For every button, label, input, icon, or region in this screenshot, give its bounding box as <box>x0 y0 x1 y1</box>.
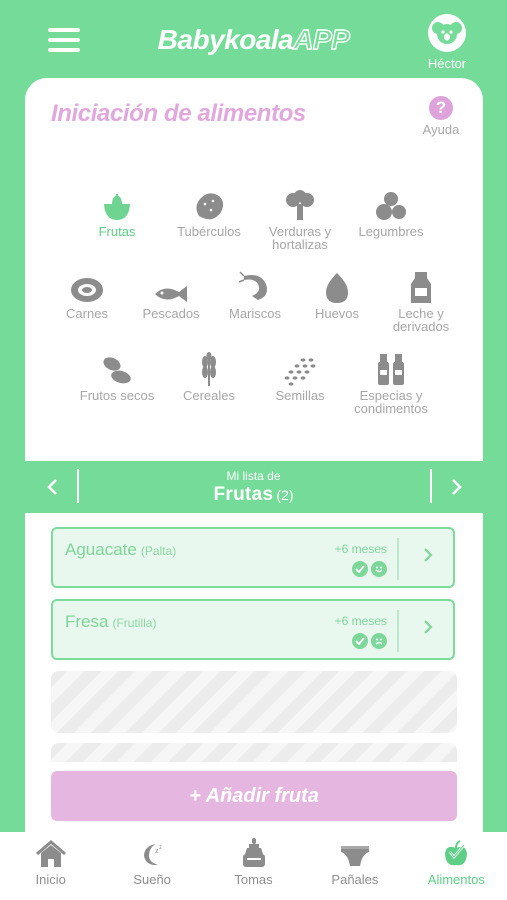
food-alt-name: (Palta) <box>140 544 177 558</box>
category-tuberculos[interactable]: Tubérculos <box>163 188 255 238</box>
category-label: Pescados <box>142 306 200 321</box>
nav-label: Alimentos <box>427 872 485 887</box>
food-age: +6 meses <box>334 542 387 556</box>
food-status <box>352 561 387 577</box>
nav-label: Pañales <box>331 872 379 887</box>
category-huevos[interactable]: Huevos <box>291 270 383 320</box>
nav-alimentos[interactable]: Alimentos <box>406 832 507 900</box>
category-legumbres[interactable]: Legumbres <box>345 188 437 238</box>
nav-panales[interactable]: Pañales <box>304 832 405 900</box>
nuts-icon <box>71 352 163 386</box>
nav-label: Sueño <box>133 872 171 887</box>
check-icon <box>352 633 368 649</box>
divider <box>430 469 432 503</box>
divider <box>397 538 399 580</box>
chevron-right-icon <box>423 547 433 568</box>
category-label: Cereales <box>182 388 236 403</box>
shrimp-icon <box>209 270 301 304</box>
list-title: Frutas <box>213 484 274 505</box>
koala-avatar-icon[interactable] <box>428 14 466 52</box>
food-categories-panel: Iniciación de alimentos ? Ayuda Frutas T… <box>25 78 483 461</box>
list-count: (2) <box>276 487 294 503</box>
category-label: Leche y derivados <box>392 306 450 334</box>
diaper-icon <box>304 840 405 868</box>
add-fruit-button[interactable]: + Añadir fruta <box>51 771 457 821</box>
user-name[interactable]: Héctor <box>410 56 484 71</box>
brand-name: Babykoala <box>157 24 294 55</box>
category-frutas[interactable]: Frutas <box>71 188 163 238</box>
legumes-icon <box>345 188 437 222</box>
food-item-fresa[interactable]: Fresa (Frutilla) +6 meses <box>51 599 455 660</box>
apple-icon <box>406 840 507 868</box>
category-carnes[interactable]: Carnes <box>41 270 133 320</box>
category-label: Huevos <box>314 306 360 321</box>
help-button[interactable]: ? Ayuda <box>415 96 467 137</box>
next-category-button[interactable] <box>441 471 473 503</box>
category-especias[interactable]: Especias y condimentos <box>345 352 437 415</box>
chevron-right-icon <box>423 619 433 640</box>
category-verduras[interactable]: Verduras y hortalizas <box>254 188 346 251</box>
section-title: Iniciación de alimentos <box>51 100 306 127</box>
category-frutos-secos[interactable]: Frutos secos <box>71 352 163 402</box>
category-label: Frutas <box>98 224 136 239</box>
nav-label: Inicio <box>35 872 66 887</box>
list-header: Mi lista de Frutas (2) <box>0 461 507 513</box>
category-pescados[interactable]: Pescados <box>125 270 217 320</box>
category-label: Especias y condimentos <box>354 388 428 416</box>
empty-slot <box>51 671 457 733</box>
seeds-icon <box>254 352 346 386</box>
category-label: Legumbres <box>358 224 424 239</box>
potato-icon <box>163 188 255 222</box>
food-alt-name: (Frutilla) <box>112 616 157 630</box>
category-label: Semillas <box>275 388 325 403</box>
food-name-text: Aguacate <box>65 540 137 559</box>
chevron-right-icon <box>452 479 462 495</box>
category-cereales[interactable]: Cereales <box>163 352 255 402</box>
home-icon <box>0 840 101 868</box>
meat-icon <box>41 270 133 304</box>
category-label: Frutos secos <box>79 388 155 403</box>
happy-face-icon <box>371 561 387 577</box>
nav-inicio[interactable]: Inicio <box>0 832 101 900</box>
food-name: Fresa (Frutilla) <box>65 612 156 632</box>
fruit-icon <box>71 188 163 222</box>
category-label: Carnes <box>66 306 108 321</box>
svg-text:z: z <box>159 845 162 851</box>
bottle-icon <box>203 838 304 868</box>
nav-sueno[interactable]: zz Sueño <box>101 832 202 900</box>
category-mariscos[interactable]: Mariscos <box>209 270 301 320</box>
help-icon: ? <box>429 96 453 120</box>
food-age: +6 meses <box>334 614 387 628</box>
check-icon <box>352 561 368 577</box>
wheat-icon <box>163 352 255 386</box>
food-item-aguacate[interactable]: Aguacate (Palta) +6 meses <box>51 527 455 588</box>
milk-icon <box>375 270 467 304</box>
food-status <box>352 633 387 649</box>
category-label: Mariscos <box>228 306 281 321</box>
category-semillas[interactable]: Semillas <box>254 352 346 402</box>
add-button-area: + Añadir fruta <box>25 762 483 838</box>
bottom-navigation: Inicio zz Sueño Tomas Pañales Alimentos <box>0 832 507 900</box>
fish-icon <box>125 270 217 304</box>
moon-icon: zz <box>101 840 202 868</box>
sad-face-icon <box>371 633 387 649</box>
food-list: Aguacate (Palta) +6 meses Fresa (Frutilla)… <box>25 513 483 768</box>
nav-tomas[interactable]: Tomas <box>203 832 304 900</box>
category-label: Verduras y hortalizas <box>268 224 332 252</box>
brand-suffix: APP <box>293 23 351 55</box>
broccoli-icon <box>254 188 346 222</box>
food-name: Aguacate (Palta) <box>65 540 176 560</box>
category-leche[interactable]: Leche y derivados <box>375 270 467 333</box>
divider <box>397 610 399 652</box>
spices-icon <box>345 352 437 386</box>
egg-icon <box>291 270 383 304</box>
category-label: Tubérculos <box>177 224 241 239</box>
help-label: Ayuda <box>422 122 460 137</box>
nav-label: Tomas <box>234 872 273 887</box>
food-name-text: Fresa <box>65 612 109 631</box>
